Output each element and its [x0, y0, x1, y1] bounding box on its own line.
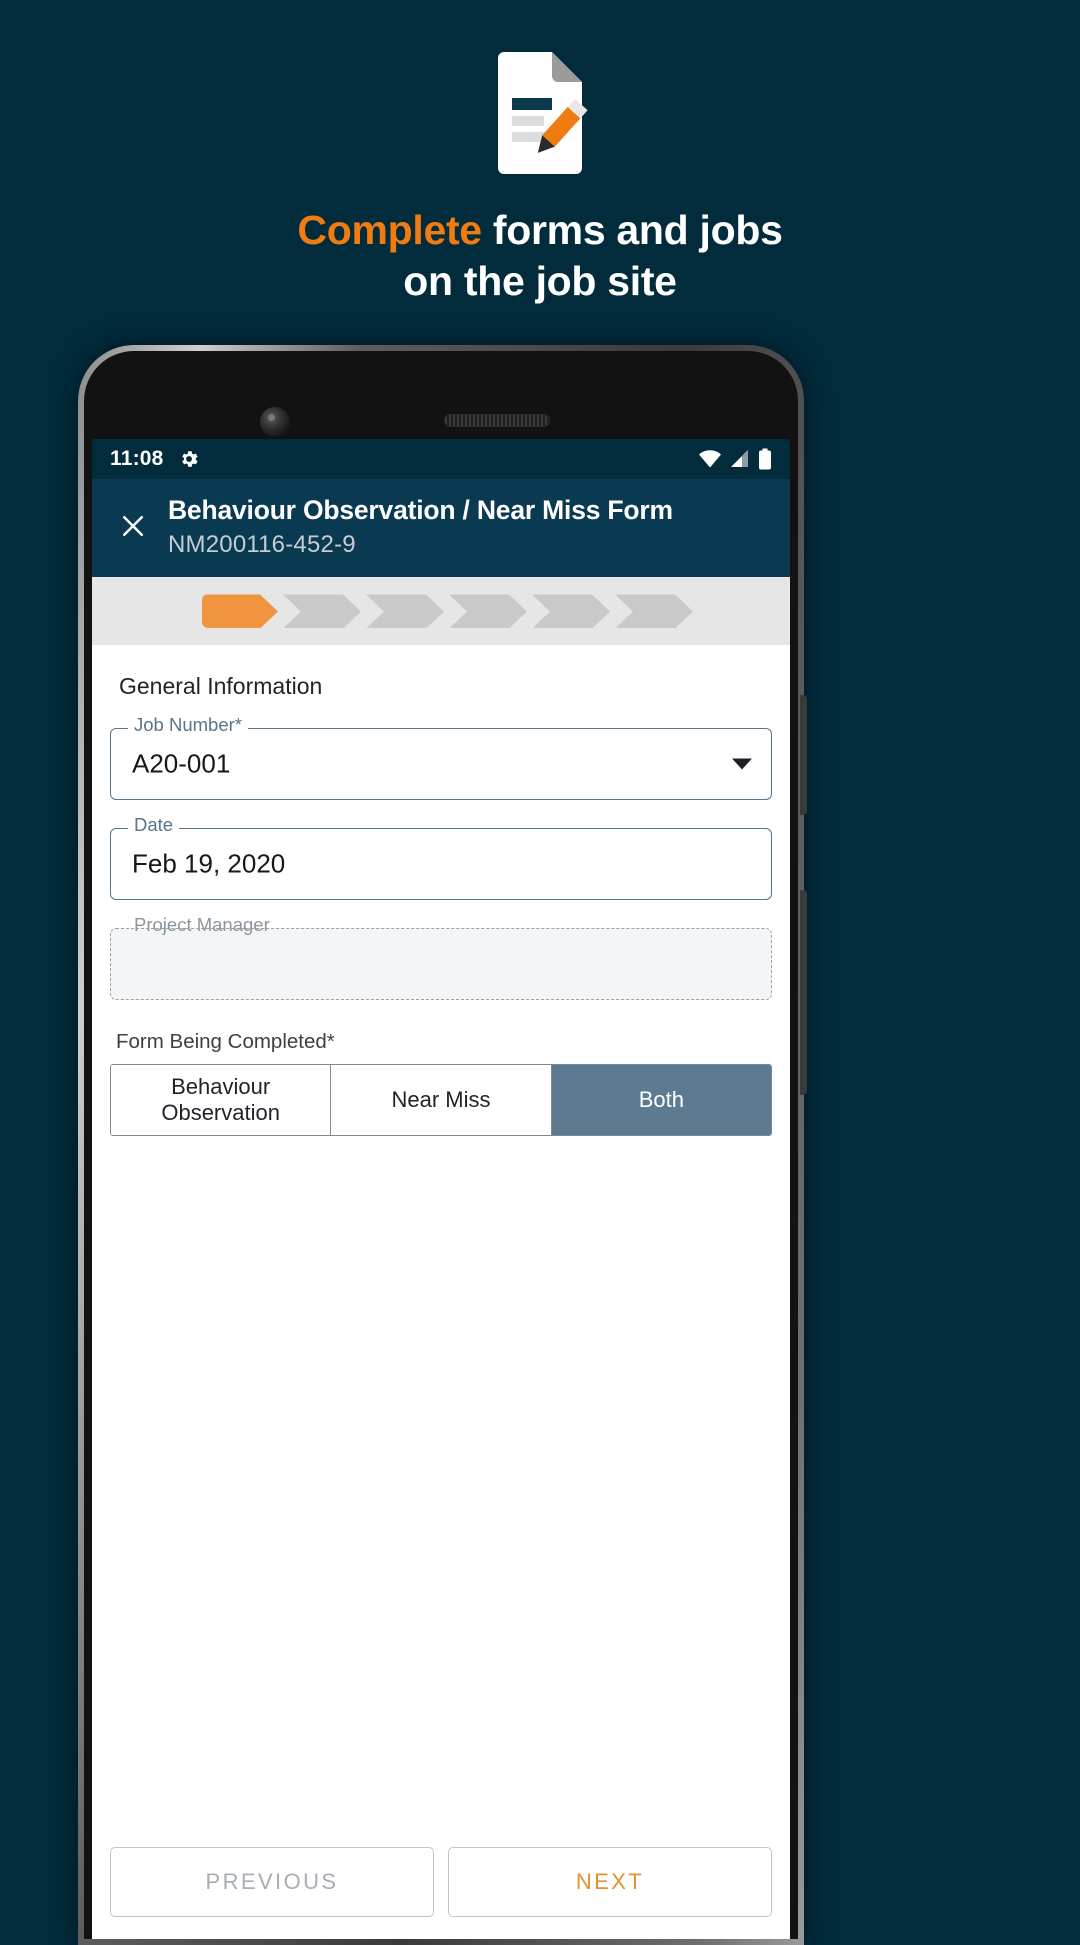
job-number-field[interactable]: Job Number* A20-001: [110, 716, 772, 801]
next-button[interactable]: NEXT: [448, 1847, 772, 1917]
previous-button[interactable]: PREVIOUS: [110, 1847, 434, 1917]
document-with-pencil-icon: [498, 52, 588, 174]
date-field[interactable]: Date Feb 19, 2020: [110, 816, 772, 901]
stepper-step-4[interactable]: [449, 594, 527, 628]
segment-both[interactable]: Both: [551, 1065, 771, 1136]
stepper-step-5[interactable]: [532, 594, 610, 628]
status-clock: 11:08: [110, 447, 164, 470]
battery-full-icon: [759, 448, 771, 470]
section-title: General Information: [119, 673, 323, 700]
project-manager-field: Project Manager: [110, 916, 772, 1001]
form-progress-stepper: [92, 577, 790, 646]
form-content: General Information Job Number* A20-001 …: [92, 645, 790, 1847]
job-number-value: A20-001: [132, 748, 231, 779]
date-label: Date: [128, 816, 180, 835]
close-icon[interactable]: [110, 503, 156, 549]
promo-headline: Complete forms and jobs on the job site: [0, 205, 1080, 308]
form-being-completed-segmented-control: Behaviour Observation Near Miss Both: [110, 1064, 772, 1137]
status-icons-group: [698, 448, 772, 470]
segment-near-miss[interactable]: Near Miss: [331, 1065, 552, 1136]
stepper-step-3[interactable]: [366, 594, 444, 628]
headline-rest: forms and jobs: [481, 207, 783, 253]
power-button[interactable]: [800, 890, 807, 1095]
page-title: Behaviour Observation / Near Miss Form: [168, 495, 673, 525]
front-camera-icon: [260, 407, 290, 437]
app-bar: Behaviour Observation / Near Miss Form N…: [92, 479, 790, 578]
project-manager-field-outline: [110, 928, 772, 1001]
form-empty-space: [110, 1136, 772, 1847]
stepper-step-6[interactable]: [615, 594, 693, 628]
volume-button[interactable]: [800, 695, 807, 815]
project-manager-label: Project Manager: [134, 914, 270, 936]
form-being-completed-label: Form Being Completed*: [116, 1030, 335, 1054]
form-reference-number: NM200116-452-9: [168, 531, 356, 559]
phone-top-bezel: [92, 359, 790, 439]
stepper-chevron-row: [202, 594, 698, 628]
app-bar-text-group: Behaviour Observation / Near Miss Form N…: [168, 495, 673, 559]
chevron-down-icon[interactable]: [732, 758, 752, 770]
status-bar: 11:08: [92, 439, 790, 479]
phone-screen-bezel: 11:08 Behaviour Observation / Near Miss …: [84, 351, 798, 1939]
headline-accent-word: Complete: [297, 207, 482, 253]
job-number-label: Job Number*: [128, 716, 248, 735]
stepper-step-2[interactable]: [283, 594, 361, 628]
phone-device-frame: 11:08 Behaviour Observation / Near Miss …: [78, 345, 807, 1945]
headline-line-2: on the job site: [403, 258, 677, 305]
promo-icon-container: [0, 50, 1080, 176]
app-screen: 11:08 Behaviour Observation / Near Miss …: [92, 439, 790, 1939]
form-navigation-bar: PREVIOUS NEXT: [92, 1847, 790, 1939]
wifi-icon: [699, 450, 721, 468]
date-value: Feb 19, 2020: [132, 848, 286, 879]
earpiece-speaker-icon: [444, 414, 550, 427]
segment-behaviour-observation[interactable]: Behaviour Observation: [111, 1065, 332, 1136]
gear-icon[interactable]: [178, 448, 200, 470]
cellular-signal-icon: [731, 450, 748, 467]
stepper-step-1-active[interactable]: [202, 594, 278, 628]
